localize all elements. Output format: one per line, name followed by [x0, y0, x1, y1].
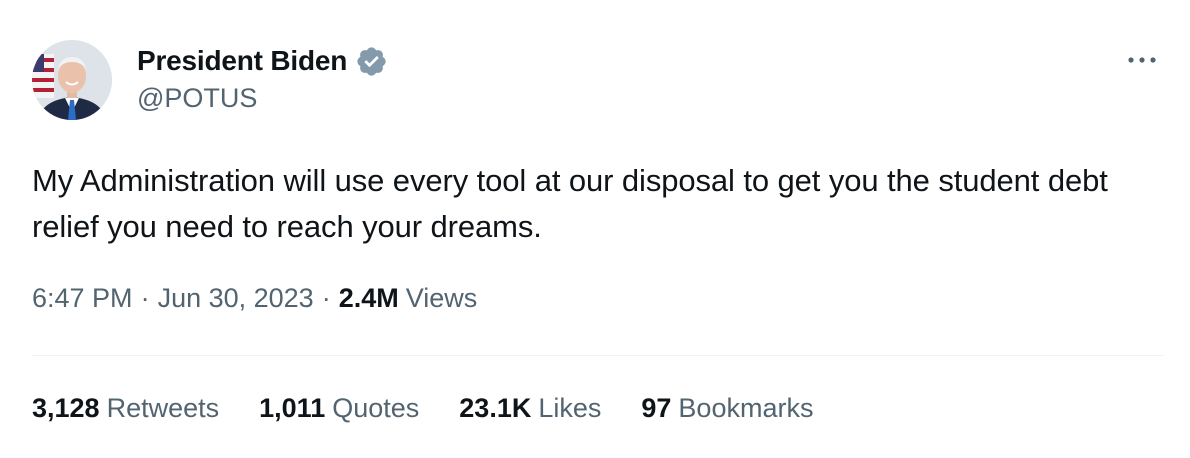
tweet-meta: 6:47 PM · Jun 30, 2023 · 2.4M Views [32, 283, 477, 314]
quotes-stat[interactable]: 1,011 Quotes [259, 393, 419, 424]
retweets-label: Retweets [106, 393, 220, 423]
tweet-text: My Administration will use every tool at… [32, 163, 1108, 244]
more-options-button[interactable] [1124, 48, 1160, 72]
tweet-card: President Biden @POTUS My Administration… [0, 0, 1190, 458]
likes-stat[interactable]: 23.1K Likes [459, 393, 601, 424]
tweet-time[interactable]: 6:47 PM [32, 283, 133, 314]
retweets-count: 3,128 [32, 393, 100, 423]
bookmarks-label: Bookmarks [678, 393, 814, 423]
engagement-stats: 3,128 Retweets 1,011 Quotes 23.1K Likes … [32, 393, 853, 424]
author-block: President Biden @POTUS [137, 42, 1070, 114]
name-row: President Biden [137, 42, 1070, 80]
retweets-stat[interactable]: 3,128 Retweets [32, 393, 219, 424]
views-label[interactable]: Views [406, 283, 478, 314]
divider [32, 355, 1164, 356]
quotes-count: 1,011 [259, 393, 326, 423]
avatar[interactable] [32, 40, 112, 120]
user-handle[interactable]: @POTUS [137, 83, 1070, 114]
display-name[interactable]: President Biden [137, 45, 347, 77]
views-count[interactable]: 2.4M [339, 283, 399, 314]
bookmarks-count: 97 [641, 393, 672, 423]
tweet-date[interactable]: Jun 30, 2023 [158, 283, 314, 314]
meta-separator: · [140, 283, 150, 313]
bookmarks-stat[interactable]: 97 Bookmarks [641, 393, 813, 424]
meta-separator: · [321, 283, 331, 313]
quotes-label: Quotes [332, 393, 420, 423]
likes-count: 23.1K [459, 393, 532, 423]
profile-photo-icon [32, 40, 112, 120]
likes-label: Likes [538, 393, 602, 423]
more-horizontal-icon [1128, 57, 1156, 63]
verified-badge-icon [355, 45, 388, 78]
